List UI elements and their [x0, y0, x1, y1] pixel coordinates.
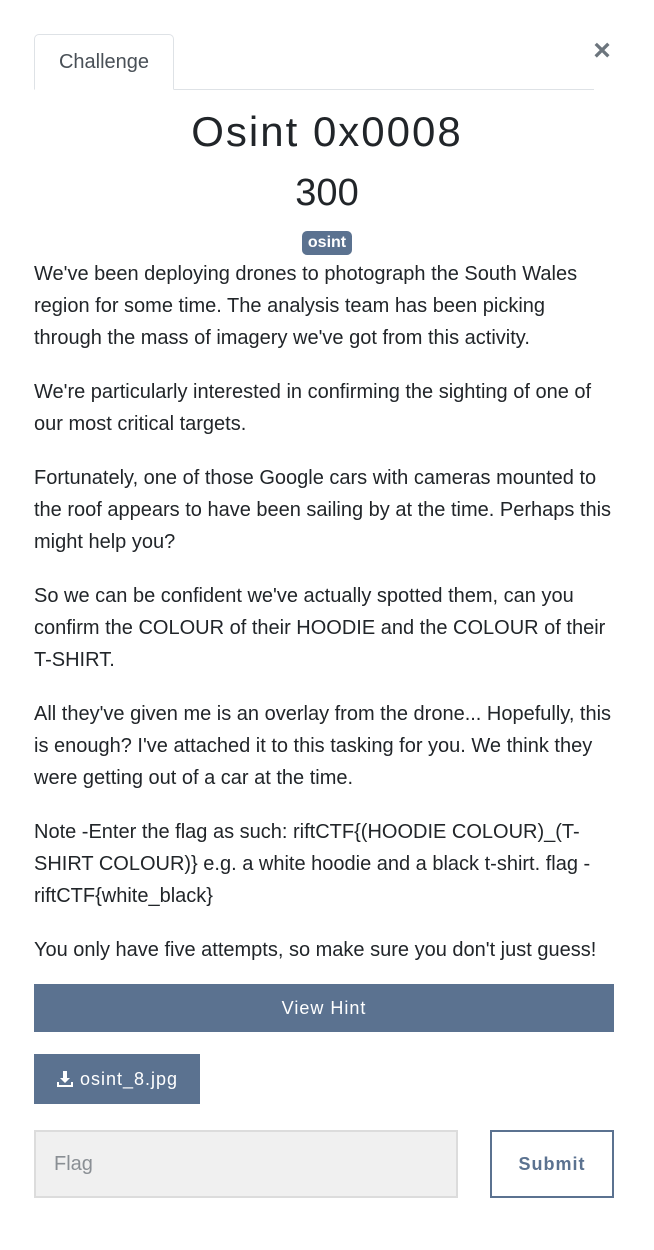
close-icon[interactable]: × — [590, 36, 614, 66]
description-paragraph: Note -Enter the flag as such: riftCTF{(H… — [34, 821, 591, 907]
challenge-description: We've been deploying drones to photograp… — [34, 258, 618, 988]
download-file-label: osint_8.jpg — [79, 1068, 179, 1089]
challenge-modal: Challenge × Osint 0x0008 300 osint We've… — [0, 0, 654, 1250]
description-paragraph: So we can be confident we've actually sp… — [34, 585, 606, 671]
challenge-points: 300 — [295, 172, 359, 214]
submit-button[interactable]: Submit — [490, 1130, 614, 1198]
tab-bar: Challenge — [34, 34, 594, 90]
flag-input[interactable] — [34, 1130, 458, 1198]
description-paragraph: We're particularly interested in confirm… — [34, 381, 592, 435]
description-paragraph: Fortunately, one of those Google cars wi… — [34, 467, 612, 553]
view-hint-button[interactable]: View Hint — [34, 984, 614, 1032]
tag-row: osint — [0, 231, 654, 255]
tag-badge: osint — [301, 231, 353, 255]
challenge-name: Osint 0x0008 — [191, 108, 463, 155]
download-icon — [56, 1071, 73, 1087]
description-paragraph: We've been deploying drones to photograp… — [34, 263, 578, 349]
tab-challenge[interactable]: Challenge — [34, 34, 174, 90]
download-file-button[interactable]: osint_8.jpg — [34, 1054, 200, 1104]
description-paragraph: All they've given me is an overlay from … — [34, 703, 612, 789]
description-paragraph: You only have five attempts, so make sur… — [34, 939, 597, 961]
